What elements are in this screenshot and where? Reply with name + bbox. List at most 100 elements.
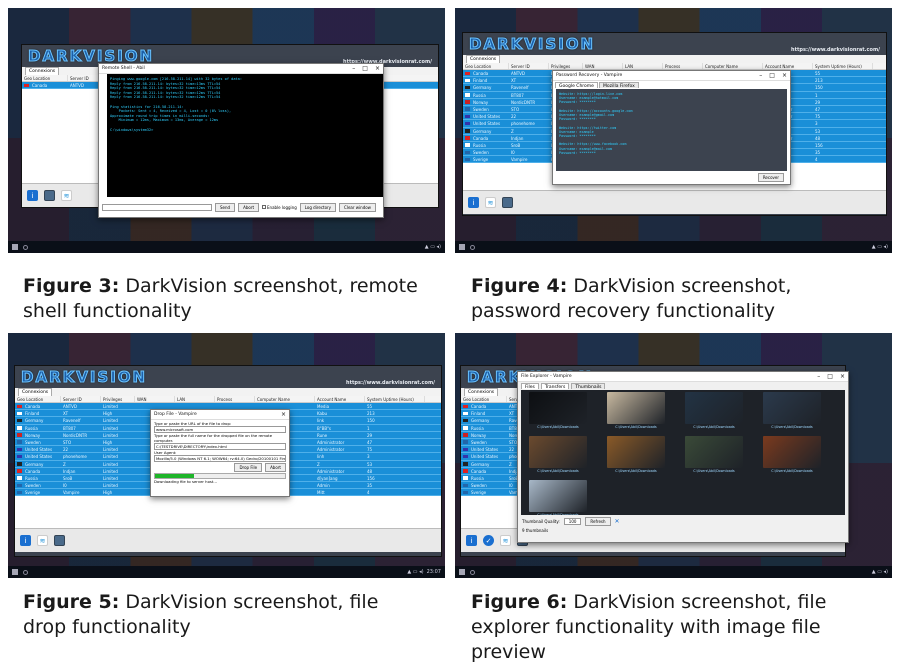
wifi-icon[interactable]: ≋ xyxy=(37,535,48,546)
table-header[interactable]: Geo Location Server ID Privileges WAN LAN Pro… xyxy=(463,63,886,70)
tab-connexions[interactable]: Connexions xyxy=(466,55,501,63)
tab-mozilla-firefox[interactable]: Mozilla Firefox xyxy=(598,82,639,89)
tab-thumbnails[interactable]: Thumbnails xyxy=(571,383,606,390)
refresh-button[interactable]: Refresh xyxy=(585,517,611,526)
table-header[interactable]: Geo Location Server ID Privileges WAN LAN Pro… xyxy=(15,396,441,403)
close-icon[interactable]: × xyxy=(840,373,845,380)
image-thumbnail[interactable] xyxy=(763,392,821,424)
drop-file-button[interactable]: Drop File xyxy=(234,463,263,472)
start-icon[interactable] xyxy=(12,244,18,250)
close-icon[interactable]: × xyxy=(281,411,286,418)
column-header[interactable]: Account Name xyxy=(763,63,813,69)
password-list[interactable]: Website: https://login.live.com Username… xyxy=(556,89,787,171)
image-thumbnail[interactable] xyxy=(685,436,743,468)
thumbnail-quality-input[interactable]: 100 xyxy=(563,518,582,525)
app-url[interactable]: https://www.darkvisionrat.com/ xyxy=(346,380,435,386)
recover-button[interactable]: Recover xyxy=(757,173,784,182)
table-cell: 1 xyxy=(367,425,370,431)
table-cell: Canada xyxy=(473,71,489,76)
cancel-icon[interactable]: ✕ xyxy=(615,518,620,525)
monitor-icon[interactable] xyxy=(44,190,55,201)
column-header[interactable]: WAN xyxy=(135,396,175,402)
logging-checkbox[interactable] xyxy=(262,205,267,209)
column-header[interactable]: System Uptime (Hours) xyxy=(813,63,873,69)
password-recovery-window: Password Recovery - Vampire – □ × Google Ch… xyxy=(552,70,791,185)
column-header[interactable]: Computer Name xyxy=(703,63,763,69)
search-icon[interactable] xyxy=(23,244,28,250)
column-header[interactable]: Geo Location xyxy=(15,396,61,402)
send-button[interactable]: Send xyxy=(215,202,236,212)
image-thumbnail[interactable] xyxy=(529,392,587,424)
info-icon[interactable]: i xyxy=(466,535,477,546)
thumbnail-grid[interactable]: C:\Users\Abil\Downloads C:\Users\Abil\Dow… xyxy=(521,390,845,515)
tab-google-chrome[interactable]: Google Chrome xyxy=(555,82,598,89)
search-icon[interactable] xyxy=(23,569,28,575)
maximize-icon[interactable]: □ xyxy=(769,72,775,79)
column-header[interactable]: Computer Name xyxy=(255,396,315,402)
column-header[interactable]: Account Name xyxy=(315,396,365,402)
check-icon[interactable]: ✓ xyxy=(483,535,494,546)
column-header[interactable]: Geo Location xyxy=(22,75,68,81)
wifi-icon[interactable]: ≋ xyxy=(485,197,496,208)
wifi-icon[interactable]: ≋ xyxy=(61,190,72,201)
table-cell: STO xyxy=(63,439,72,445)
column-header[interactable]: Privileges xyxy=(101,396,135,402)
tab-connexions[interactable]: Connexions xyxy=(25,67,60,75)
start-icon[interactable] xyxy=(459,244,465,250)
close-icon[interactable]: × xyxy=(375,65,380,72)
image-thumbnail[interactable] xyxy=(529,480,587,512)
table-cell: Vampire xyxy=(63,490,80,496)
table-cell: Indjan xyxy=(63,468,76,474)
app-url[interactable]: https://www.darkvisionrat.com/ xyxy=(791,47,880,53)
filename-input[interactable]: C:\TESTDRIVE\DIRECTORY\index.html xyxy=(154,443,286,450)
close-icon[interactable]: × xyxy=(782,72,787,79)
tab-connexions[interactable]: Connexions xyxy=(18,388,53,396)
minimize-icon[interactable]: – xyxy=(759,72,762,79)
abort-button[interactable]: Abort xyxy=(265,463,286,472)
minimize-icon[interactable]: – xyxy=(817,373,820,380)
info-icon[interactable]: i xyxy=(20,535,31,546)
maximize-icon[interactable]: □ xyxy=(827,373,833,380)
url-input[interactable]: www.microsoft.com xyxy=(154,426,286,433)
column-header[interactable]: WAN xyxy=(583,63,623,69)
image-thumbnail[interactable] xyxy=(529,436,587,468)
tab-connexions[interactable]: Connexions xyxy=(464,388,499,396)
info-icon[interactable]: i xyxy=(27,190,38,201)
table-cell: 3 xyxy=(815,121,818,127)
column-header[interactable]: Process xyxy=(663,63,703,69)
column-header[interactable]: Server ID xyxy=(509,63,549,69)
image-thumbnail[interactable] xyxy=(685,392,743,424)
tab-transfers[interactable]: Transfers xyxy=(540,383,570,390)
column-header[interactable]: LAN xyxy=(623,63,663,69)
minimize-icon[interactable]: – xyxy=(352,65,355,72)
image-thumbnail[interactable] xyxy=(607,392,665,424)
info-icon[interactable]: i xyxy=(468,197,479,208)
column-header[interactable]: LAN xyxy=(175,396,215,402)
log-directory-button[interactable]: Log directory xyxy=(299,202,337,212)
tab-files[interactable]: Files xyxy=(521,383,539,390)
monitor-icon[interactable] xyxy=(502,197,513,208)
wifi-icon[interactable]: ≋ xyxy=(500,535,511,546)
column-header[interactable]: Process xyxy=(215,396,255,402)
logging-label: Enable logging xyxy=(267,204,297,210)
column-header[interactable]: System Uptime (Hours) xyxy=(365,396,425,402)
column-header[interactable]: Server ID xyxy=(61,396,101,402)
column-header[interactable]: Privileges xyxy=(549,63,583,69)
column-header[interactable]: Geo Location xyxy=(463,63,509,69)
image-thumbnail[interactable] xyxy=(607,436,665,468)
abort-button[interactable]: Abort xyxy=(238,202,260,212)
maximize-icon[interactable]: □ xyxy=(362,65,368,72)
shell-output[interactable]: Pinging www.google.com [216.58.211.14] w… xyxy=(107,74,383,197)
start-icon[interactable] xyxy=(12,569,18,575)
column-header[interactable]: Geo Location xyxy=(461,396,507,402)
command-input[interactable] xyxy=(102,203,212,211)
clear-window-button[interactable]: Clear window xyxy=(339,202,376,212)
monitor-icon[interactable] xyxy=(54,535,65,546)
user-agent-select[interactable]: Mozilla/5.0 (Windows NT 6.1; WOW64; rv:6… xyxy=(154,455,286,462)
table-cell: Sweden xyxy=(25,483,41,489)
search-icon[interactable] xyxy=(470,244,475,250)
search-icon[interactable] xyxy=(470,569,475,575)
screenshot-password-recovery: DARKVISION https://www.darkvisionrat.com/… xyxy=(455,8,892,253)
start-icon[interactable] xyxy=(459,569,465,575)
image-thumbnail[interactable] xyxy=(763,436,821,468)
